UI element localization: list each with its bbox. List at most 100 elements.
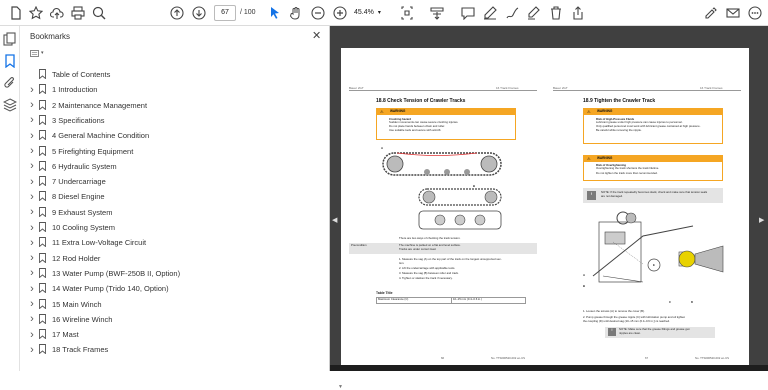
- bookmark-item[interactable]: › 12 Rod Holder: [20, 251, 320, 266]
- bookmark-item[interactable]: › 17 Mast: [20, 327, 320, 342]
- bookmark-item[interactable]: › 8 Diesel Engine: [20, 189, 320, 204]
- chevron-right-icon[interactable]: ›: [28, 237, 36, 249]
- bookmark-flag-icon: [39, 313, 46, 324]
- bookmark-item[interactable]: › 7 Undercarriage: [20, 174, 320, 189]
- print-icon[interactable]: [69, 4, 87, 22]
- panel-title: Bookmarks: [30, 32, 71, 41]
- chevron-right-icon[interactable]: ›: [28, 145, 36, 157]
- zoom-in-icon[interactable]: [331, 4, 349, 22]
- bookmark-label: 1 Introduction: [52, 85, 98, 95]
- select-cursor-icon[interactable]: [266, 4, 284, 22]
- link-sign-icon[interactable]: [702, 4, 720, 22]
- bookmark-item[interactable]: › 2 Maintenance Management: [20, 98, 320, 113]
- section-title: 18.9 Tighten the Crawler Track: [583, 98, 656, 104]
- document-viewer[interactable]: ◀ ▶ Bauer 2GT 16 Track Frames 18.8 Check…: [330, 26, 768, 371]
- bookmark-label: 16 Wireline Winch: [52, 314, 113, 324]
- bookmark-item[interactable]: › 14 Water Pump (Trido 140, Option): [20, 281, 320, 296]
- star-icon[interactable]: [27, 4, 45, 22]
- bookmark-item[interactable]: › 16 Wireline Winch: [20, 312, 320, 327]
- scroll-down-arrow[interactable]: ▼: [338, 384, 343, 390]
- layers-icon[interactable]: [2, 98, 18, 112]
- chevron-right-icon[interactable]: ›: [28, 252, 36, 264]
- chevron-right-icon[interactable]: ›: [28, 160, 36, 172]
- bookmark-item[interactable]: › 11 Extra Low-Voltage Circuit: [20, 235, 320, 250]
- bookmark-label: 14 Water Pump (Trido 140, Option): [52, 284, 169, 294]
- cloud-upload-icon[interactable]: [48, 4, 66, 22]
- chevron-right-icon[interactable]: ›: [28, 206, 36, 218]
- pages-thumbnail-icon[interactable]: [3, 32, 17, 46]
- bookmark-item[interactable]: › 3 Specifications: [20, 113, 320, 128]
- bookmark-item[interactable]: › 6 Hydraulic System: [20, 159, 320, 174]
- chevron-right-icon[interactable]: ›: [28, 329, 36, 341]
- hand-tool-icon[interactable]: [287, 4, 305, 22]
- bookmark-flag-icon: [39, 130, 46, 141]
- bookmark-item[interactable]: › 4 General Machine Condition: [20, 128, 320, 143]
- pdf-page-left: Bauer 2GT 16 Track Frames 18.8 Check Ten…: [341, 48, 545, 368]
- precondition-item: Tracks are under correct load.: [399, 247, 437, 251]
- bookmark-flag-icon: [39, 329, 46, 340]
- bookmark-flag-icon: [39, 160, 46, 171]
- page-number-input[interactable]: 67: [214, 5, 236, 21]
- bookmark-label: 7 Undercarriage: [52, 177, 106, 187]
- trash-icon[interactable]: [547, 4, 565, 22]
- section-title: 18.8 Check Tension of Crawler Tracks: [376, 98, 466, 104]
- share-icon[interactable]: [569, 4, 587, 22]
- attachment-icon[interactable]: [3, 76, 17, 90]
- previous-page-icon[interactable]: [168, 4, 186, 22]
- page-number: 67: [645, 356, 649, 360]
- zoom-out-icon[interactable]: [309, 4, 327, 22]
- bookmark-icon[interactable]: [3, 54, 17, 69]
- chevron-right-icon[interactable]: ›: [28, 176, 36, 188]
- chevron-right-icon[interactable]: ›: [28, 267, 36, 279]
- warning-label: WARNING: [597, 109, 613, 113]
- zoom-level-select[interactable]: 45.4% ▾: [354, 5, 388, 21]
- chevron-right-icon[interactable]: ›: [28, 298, 36, 310]
- highlight-pen-icon[interactable]: [481, 4, 499, 22]
- bookmark-label: 9 Exhaust System: [52, 207, 113, 217]
- bookmark-item[interactable]: › 5 Firefighting Equipment: [20, 144, 320, 159]
- more-options-icon[interactable]: [746, 4, 764, 22]
- bookmark-item[interactable]: › 18 Track Frames: [20, 342, 320, 357]
- scroll-mode-icon[interactable]: [428, 4, 446, 22]
- chevron-right-icon[interactable]: ›: [28, 283, 36, 295]
- chevron-right-icon[interactable]: ›: [28, 313, 36, 325]
- bookmark-flag-icon: [39, 114, 46, 125]
- comment-icon[interactable]: [459, 4, 477, 22]
- chevron-right-icon[interactable]: ›: [28, 84, 36, 96]
- mail-icon[interactable]: [724, 4, 742, 22]
- bookmark-options-button[interactable]: ▾: [30, 47, 50, 59]
- bookmark-label: 10 Cooling System: [52, 223, 115, 232]
- collapse-right-arrow[interactable]: ▶: [759, 216, 764, 224]
- note-text: are not damaged.: [601, 194, 623, 198]
- draw-icon[interactable]: [503, 4, 521, 22]
- page-icon[interactable]: [7, 4, 25, 22]
- bookmark-item[interactable]: › 1 Introduction: [20, 82, 320, 97]
- bookmark-item[interactable]: › 9 Exhaust System: [20, 205, 320, 220]
- pdf-page-right: Bauer 2GT 16 Track Frames 18.9 Tighten t…: [545, 48, 749, 368]
- step-4: 4. Tighten or slacken the track if neces…: [399, 276, 453, 280]
- document-number: No. TTS000520-002 en-US: [695, 356, 729, 360]
- bookmark-item[interactable]: › 15 Main Winch: [20, 297, 320, 312]
- search-zoom-icon[interactable]: [90, 4, 108, 22]
- close-icon[interactable]: ✕: [312, 29, 321, 42]
- warning-bullet: Do not tighten the track more than recom…: [596, 171, 658, 175]
- fit-page-icon[interactable]: [398, 4, 416, 22]
- chevron-right-icon[interactable]: ›: [28, 191, 36, 203]
- bookmark-item[interactable]: › 13 Water Pump (BWF-250B II, Option): [20, 266, 320, 281]
- collapse-left-arrow[interactable]: ◀: [332, 216, 337, 224]
- bookmark-flag-icon: [39, 283, 46, 294]
- table-cell: 10–15 mm (0.4–0.6 in.): [453, 297, 482, 301]
- chevron-right-icon[interactable]: ›: [28, 222, 36, 234]
- next-page-icon[interactable]: [190, 4, 208, 22]
- sign-icon[interactable]: [525, 4, 543, 22]
- chevron-right-icon[interactable]: ›: [28, 130, 36, 142]
- chevron-right-icon[interactable]: ›: [28, 99, 36, 111]
- chevron-right-icon[interactable]: ›: [28, 114, 36, 126]
- note-exclamation-icon: !: [608, 328, 616, 336]
- chevron-right-icon[interactable]: ›: [28, 344, 36, 356]
- bookmark-item[interactable]: Table of Contents: [20, 67, 320, 82]
- viewer-bottom-bar: [330, 365, 768, 371]
- step-1: 1. Loosen the screws (A) to remove the c…: [583, 309, 645, 313]
- bookmark-item[interactable]: › 10 Cooling System: [20, 220, 320, 235]
- bookmark-label: 17 Mast: [52, 330, 79, 340]
